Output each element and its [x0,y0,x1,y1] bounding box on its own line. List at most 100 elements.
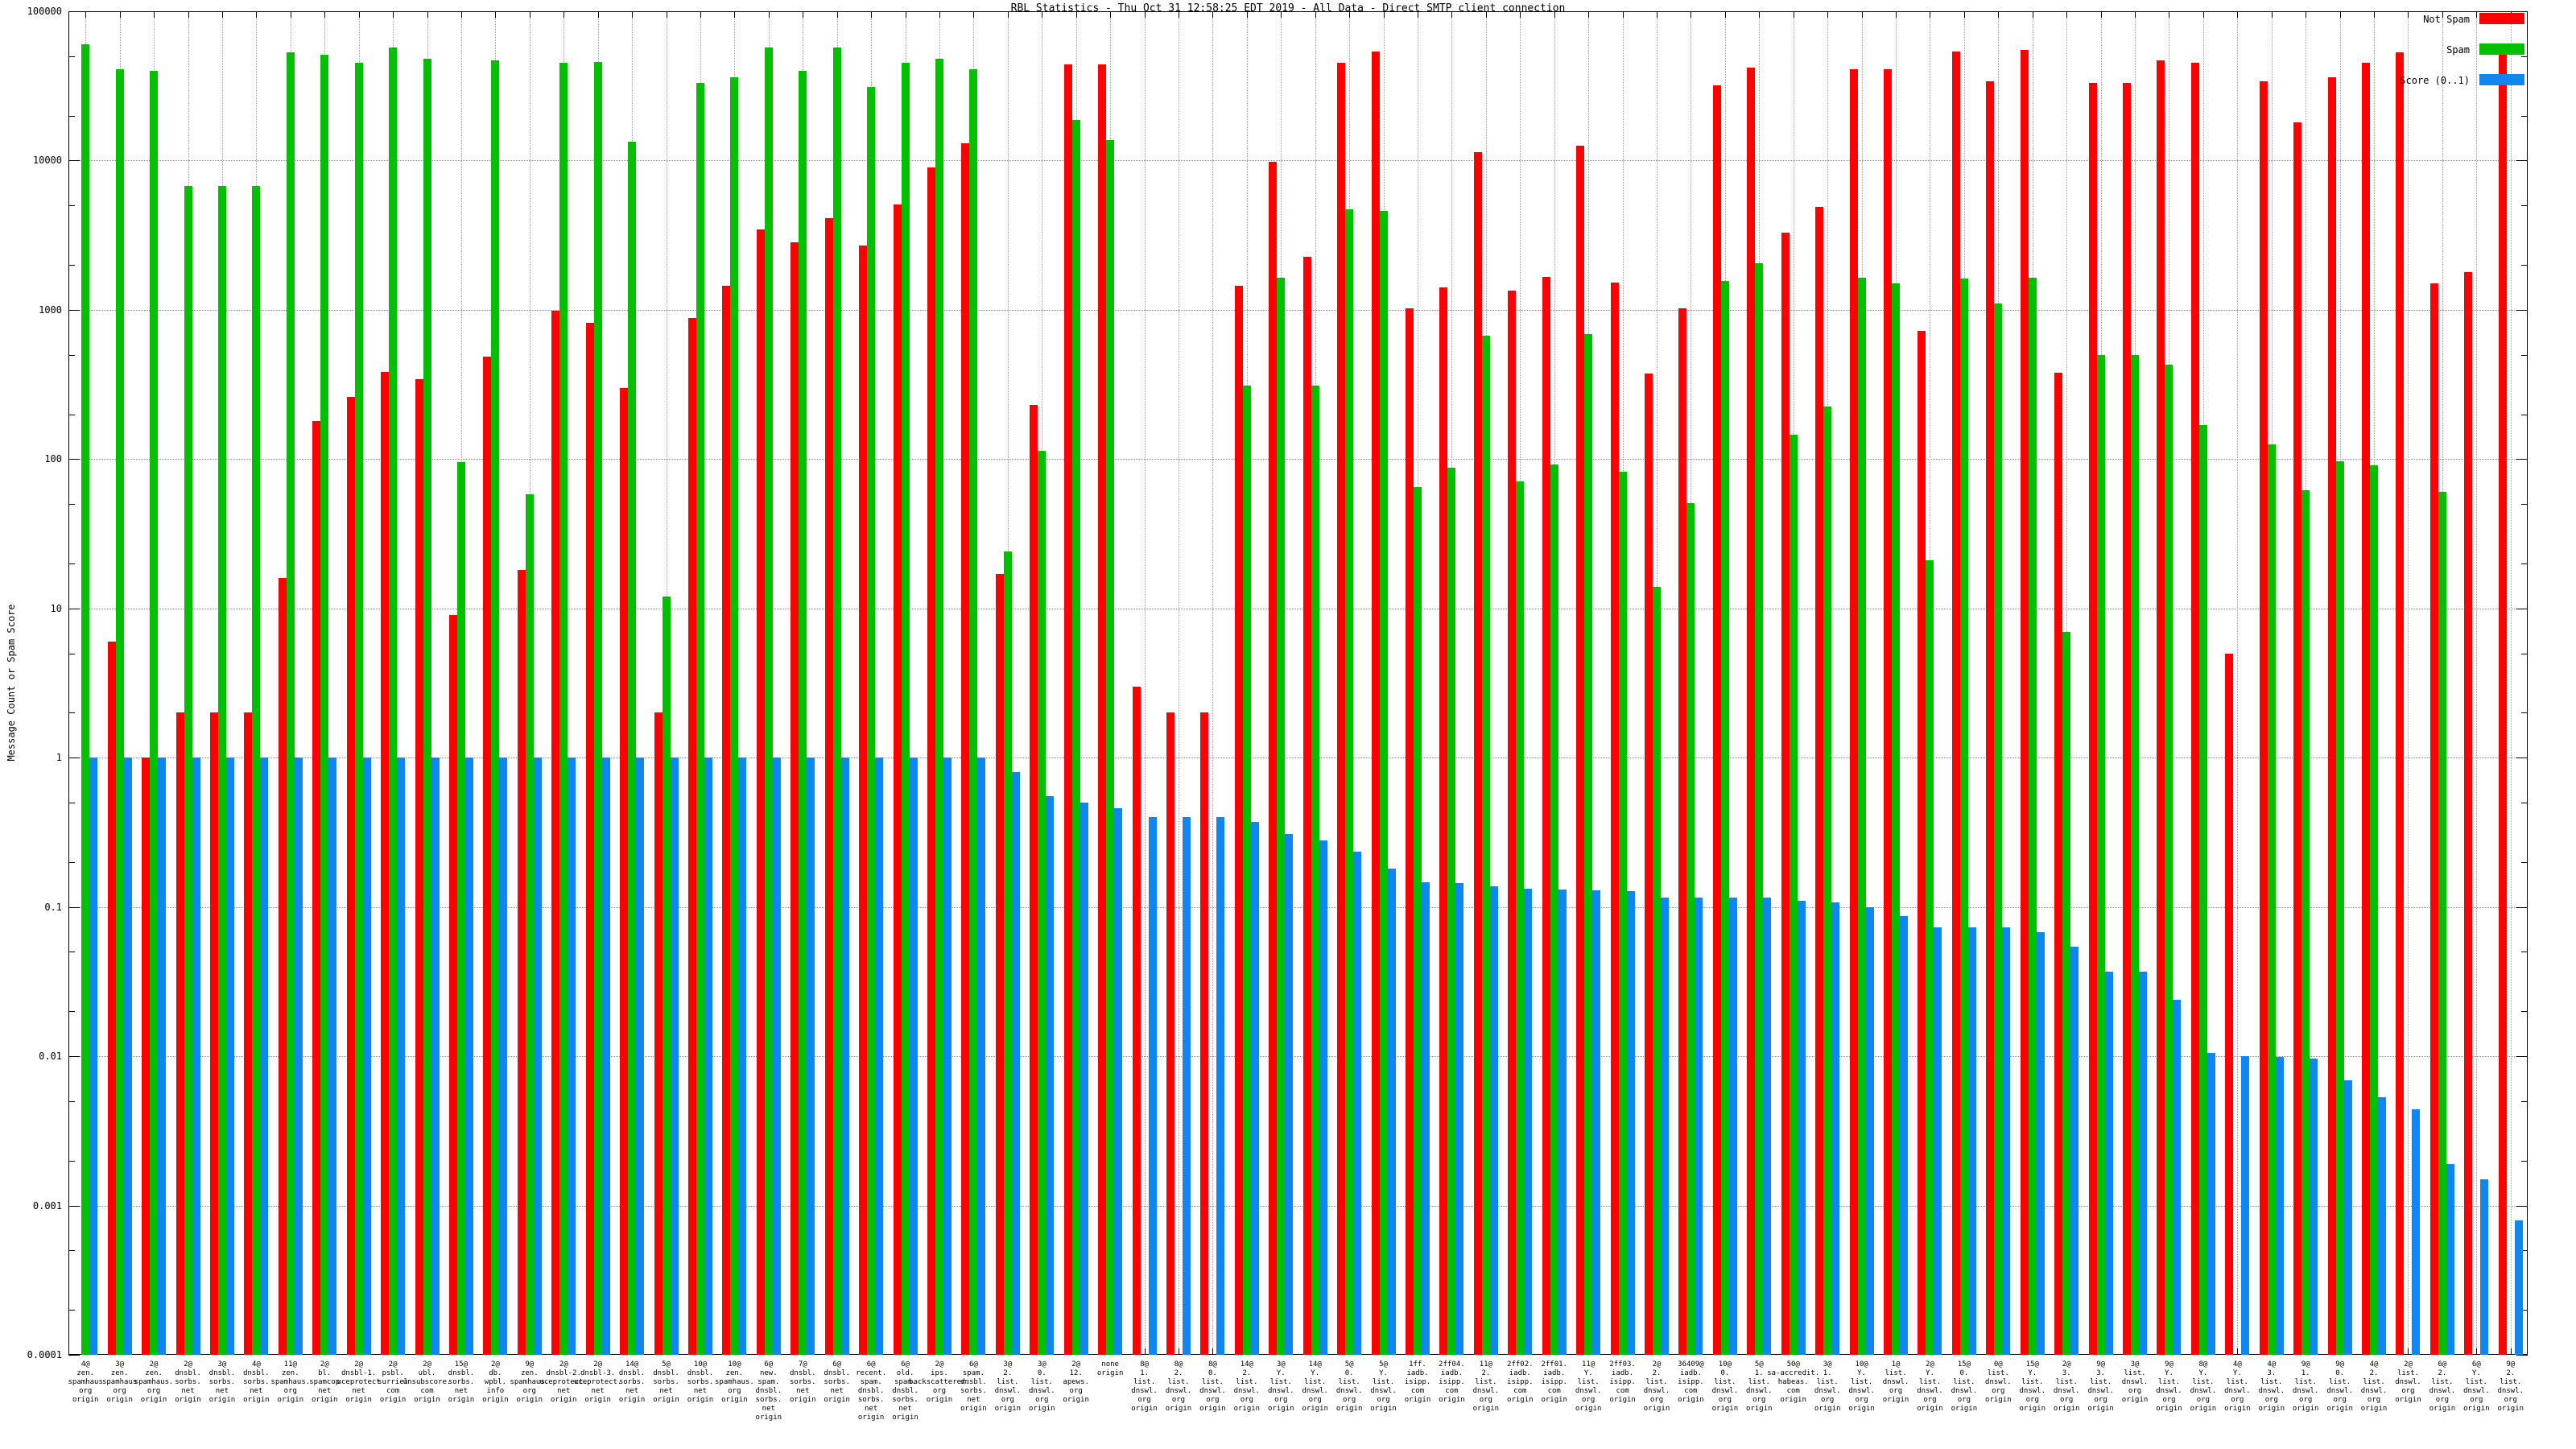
bar-not-spam [1712,85,1721,1355]
x-tick-top [85,11,87,18]
bar-not-spam [1439,287,1448,1355]
bar-score-0-1- [568,758,576,1355]
y-major-tick-left [68,906,80,908]
bar-score-0-1- [328,758,337,1355]
x-tick-top [734,11,736,18]
bar-not-spam [483,357,492,1355]
bar-score-0-1- [260,758,269,1355]
bar-spam [354,63,363,1355]
bar-not-spam [2020,50,2029,1355]
bar-score-0-1- [1353,851,1362,1355]
bar-spam [832,47,841,1355]
bar-not-spam [1645,374,1653,1355]
y-major-tick-left [68,309,80,311]
bar-not-spam [2327,77,2336,1355]
bar-score-0-1- [2378,1097,2387,1355]
bar-not-spam [2429,283,2438,1355]
bar-score-0-1- [1592,890,1601,1355]
bar-score-0-1- [2480,1179,2489,1355]
x-tick-top [2202,11,2204,18]
x-tick-top [1861,11,1863,18]
bar-spam [1720,281,1729,1355]
x-tick-top [1622,11,1624,18]
bar-not-spam [2054,372,2063,1355]
x-tick-top [1690,11,1692,18]
bar-not-spam [1508,290,1517,1355]
bar-not-spam [2157,60,2165,1355]
bar-not-spam [722,285,731,1355]
y-tick-label: 0.1 [44,901,62,913]
bar-spam [115,68,124,1355]
bar-score-0-1- [943,758,952,1355]
x-tick-top [1007,11,1009,18]
x-tick-top [2100,11,2102,18]
y-minor-tick-right [2521,1160,2528,1162]
bar-score-0-1- [772,758,781,1355]
bar-not-spam [2293,122,2302,1355]
bar-spam [389,47,398,1355]
y-minor-tick-left [68,1011,75,1013]
bar-not-spam [2123,83,2132,1355]
x-tick-top [2339,11,2341,18]
bar-spam [2370,464,2379,1355]
x-tick-top [1451,11,1453,18]
bar-not-spam [551,310,560,1355]
bar-score-0-1- [294,758,303,1355]
legend-swatch [2479,13,2524,24]
bar-not-spam [1951,51,1960,1355]
bar-not-spam [278,577,287,1355]
bar-spam [456,462,465,1355]
bar-score-0-1- [225,758,234,1355]
y-minor-tick-left [68,504,75,506]
bar-not-spam [209,712,218,1355]
x-tick-top [700,11,701,18]
bar-score-0-1- [2514,1220,2523,1355]
bar-spam [1481,336,1490,1355]
bar-score-0-1- [1422,882,1430,1355]
bar-spam [1071,120,1080,1355]
bar-spam [867,87,876,1355]
bar-score-0-1- [1114,807,1123,1355]
x-tick-top [256,11,258,18]
bar-not-spam [1063,64,1072,1355]
bar-not-spam [1986,80,1995,1355]
bar-spam [1789,435,1798,1355]
bar-spam [2335,460,2344,1355]
bar-score-0-1- [2343,1080,2352,1355]
y-major-tick-right [2516,1056,2528,1058]
bar-not-spam [1747,67,1756,1355]
bar-spam [217,185,226,1355]
bar-score-0-1- [1011,772,1020,1355]
x-tick-top [1520,11,1521,18]
x-tick-bottom [2476,1348,2478,1355]
bar-score-0-1- [670,758,679,1355]
y-minor-tick-right [2521,504,2528,506]
legend-label: Not Spam [2423,14,2470,25]
v-gridline [2476,11,2478,1355]
x-tick-top [2408,11,2409,18]
y-minor-tick-right [2521,265,2528,266]
bar-not-spam [1132,686,1141,1355]
bar-score-0-1- [2036,931,2045,1355]
bar-spam [1003,551,1012,1355]
bar-not-spam [927,167,935,1355]
bar-spam [1038,450,1046,1355]
x-tick-top [1315,11,1316,18]
bar-spam [696,83,704,1355]
bar-not-spam [381,371,390,1355]
bar-score-0-1- [1558,889,1567,1355]
bar-not-spam [893,204,902,1355]
bar-not-spam [585,322,594,1355]
x-tick-top [1349,11,1351,18]
x-tick-top [1110,11,1112,18]
x-tick-top [973,11,975,18]
x-tick-top [1212,11,1214,18]
bar-spam [1447,467,1456,1355]
y-major-tick-right [2516,906,2528,908]
y-tick-label: 10000 [32,155,62,167]
bar-not-spam [1030,405,1038,1355]
y-tick-label: 10 [50,602,62,614]
bar-spam [2062,631,2071,1355]
bar-score-0-1- [1046,796,1055,1355]
bar-spam [320,55,329,1355]
